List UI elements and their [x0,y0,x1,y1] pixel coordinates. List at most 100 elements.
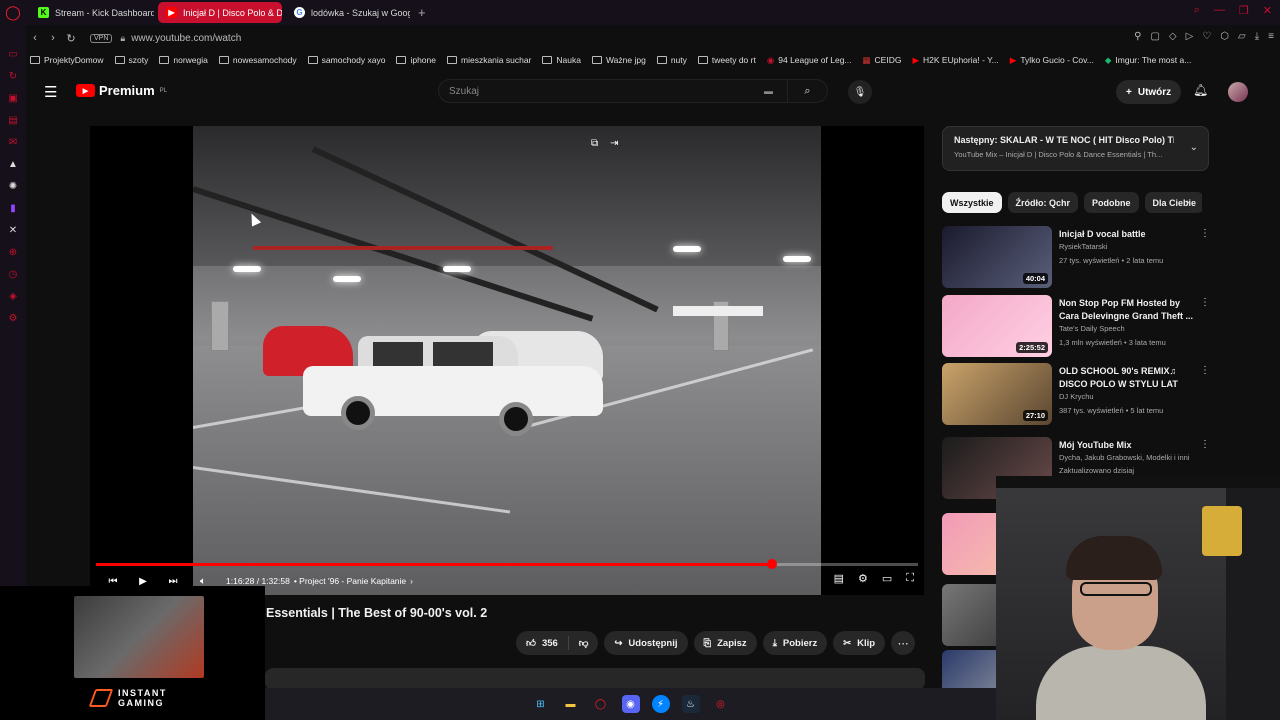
chapter-chevron-icon[interactable]: › [410,576,413,586]
video-player[interactable]: ⧉ ⇥ ⏮︎ ▶ ⏭︎ 🔈︎ 1:16:28 / 1:32:58 • Proje… [90,126,924,595]
keyboard-icon[interactable]: ▬ [764,86,773,96]
sidebar-aria-icon[interactable]: ▲ [8,159,18,171]
rec-title[interactable]: Non Stop Pop FM Hosted by Cara Delevingn… [1059,297,1194,322]
up-next-panel[interactable]: Następny: SKALAR - W TE NOC ( HIT Disco … [942,126,1209,171]
save-button[interactable]: ⎘ Zapisz [693,631,757,655]
chip-all[interactable]: Wszystkie [942,192,1002,213]
more-actions-button[interactable]: ⋯ [891,631,916,655]
sidebar-mail-icon[interactable]: ✉ [9,137,17,149]
discord-icon[interactable]: ◉ [621,695,640,713]
chapter-title[interactable]: • Project '96 - Panie Kapitanie [294,576,406,586]
tab-google-search[interactable]: G lodówka - Szukaj w Goog [286,2,410,23]
vpn-badge[interactable]: VPN [90,33,113,43]
rec-title[interactable]: Inicjał D vocal battle [1059,228,1194,241]
rec-channel[interactable]: RysiekTatarski [1059,242,1199,251]
rec-channel[interactable]: Tate's Daily Speech [1059,324,1199,333]
tab-youtube-video[interactable]: ▶ Inicjał D | Disco Polo & Da [158,2,282,23]
sidebar-x-icon[interactable]: ✕ [9,225,17,237]
shield-icon[interactable]: ◇ [1169,31,1177,42]
miniplayer-icon[interactable]: ⧉ [591,138,598,149]
sidebar-settings-icon[interactable]: ⚙ [9,313,18,325]
wallet-icon[interactable]: ▱ [1238,31,1246,42]
recommendation-item[interactable]: 2:25:52 Non Stop Pop FM Hosted by Cara D… [942,295,1212,357]
snapshot-icon[interactable]: ▢ [1150,31,1159,42]
bookmark-folder[interactable]: norwegia [159,55,208,65]
bookmark-folder[interactable]: szoty [114,55,148,65]
previous-icon[interactable]: ⏮︎ [98,576,128,587]
recommendation-item[interactable]: 40:04 Inicjał D vocal battle RysiekTatar… [942,226,1212,288]
bookmark-folder[interactable]: mieszkania suchar [447,55,531,65]
avatar[interactable] [1228,82,1248,102]
description-box[interactable] [265,668,925,690]
file-explorer-icon[interactable]: ▬ [562,695,580,713]
bookmark-link[interactable]: ◉ 94 League of Leg... [767,55,852,66]
more-vertical-icon[interactable]: ⋮ [1200,439,1210,450]
youtube-premium-logo[interactable]: ▶ Premium PL [76,83,167,98]
maximize-icon[interactable]: ❐ [1239,4,1249,17]
back-icon[interactable]: ‹ [26,32,44,44]
minimize-icon[interactable]: — [1214,4,1225,17]
theater-mode-icon[interactable]: ▭ [882,572,892,585]
sidebar-wallet-icon[interactable]: ▤ [8,115,17,127]
play-icon[interactable]: ▶ [128,576,158,587]
bookmark-link[interactable]: ▦ CEIDG [863,55,902,66]
sidebar-twitch-icon[interactable]: ▮ [10,203,16,215]
opera-gx-icon[interactable]: ◯ [592,695,610,713]
bookmark-folder[interactable]: tweety do rt [697,55,756,65]
chip-related[interactable]: Podobne [1084,192,1139,213]
exit-icon[interactable]: ⇥ [610,138,618,149]
opera-logo-icon[interactable]: ◯ [0,0,26,25]
video-thumbnail[interactable]: 40:04 [942,226,1052,288]
menu-icon[interactable]: ≡ [1268,31,1274,42]
sidebar-tv-icon[interactable]: ▭ [8,49,17,61]
video-frame[interactable]: ⧉ ⇥ [193,126,821,595]
like-button[interactable]: 👍︎ 356 [516,631,568,655]
close-icon[interactable]: ✕ [1263,4,1272,17]
more-vertical-icon[interactable]: ⋮ [1200,297,1210,308]
sidebar-refresh-icon[interactable]: ↻ [9,71,17,83]
bookmark-folder[interactable]: nowesamochody [218,55,297,65]
windows-start-icon[interactable]: ⊞ [532,695,550,713]
bookmark-folder[interactable]: nuty [656,55,687,65]
video-thumbnail[interactable]: 2:25:52 [942,295,1052,357]
forward-icon[interactable]: › [44,32,62,44]
messenger-icon[interactable]: ⚡︎ [651,695,670,713]
bookmark-link[interactable]: ▶ Tylko Gucio - Cov... [1010,55,1094,66]
obs-icon[interactable]: ◎ [712,695,730,713]
rec-channel[interactable]: DJ Krychu [1059,392,1199,401]
sidebar-add-icon[interactable]: ⊕ [9,247,17,259]
voice-search-button[interactable]: 🎙︎ [848,80,872,104]
rec-channel[interactable]: Dycha, Jakub Grabowski, Modelki i inni [1059,453,1199,462]
sidebar-pin-icon[interactable]: ◈ [9,291,17,303]
progress-bar[interactable] [96,559,918,569]
bookmark-folder[interactable]: samochody xayo [307,55,385,65]
bookmark-folder[interactable]: Nauka [542,55,581,65]
url-field[interactable]: www.youtube.com/watch [131,33,241,44]
dislike-button[interactable]: 👎︎ [569,631,599,655]
download-icon[interactable]: ⤓ [1255,31,1259,42]
bookmark-link[interactable]: ◆ Imgur: The most a... [1105,55,1191,66]
progress-scrubber[interactable] [766,559,777,569]
chip-for-you[interactable]: Dla Ciebie [1144,192,1202,213]
bookmark-folder[interactable]: iphone [396,55,436,65]
bookmark-folder[interactable]: Ważne jpg [591,55,646,65]
bookmark-folder[interactable]: ProjektyDomow [30,55,104,65]
fullscreen-icon[interactable]: ⛶ [906,572,914,585]
sidebar-chatgpt-icon[interactable]: ✺ [9,181,17,193]
settings-gear-icon[interactable]: ⚙ [858,572,868,585]
chevron-right-icon[interactable]: › [1186,197,1189,208]
next-icon[interactable]: ⏭︎ [158,576,188,587]
steam-icon[interactable]: ♨ [681,695,700,713]
download-button[interactable]: ⤓ Pobierz [762,631,828,655]
rec-title[interactable]: OLD SCHOOL 90's REMIX♫ DISCO POLO W STYL… [1059,365,1194,391]
sidebar-bag-icon[interactable]: ▣ [8,93,17,105]
recommendation-item[interactable]: 27:10 OLD SCHOOL 90's REMIX♫ DISCO POLO … [942,363,1212,425]
extensions-icon[interactable]: ⬡ [1220,31,1229,42]
reload-icon[interactable]: ↻ [62,32,80,45]
subtitles-icon[interactable]: ▤ [834,572,844,585]
chevron-down-icon[interactable]: ⌄ [1190,142,1198,153]
clip-button[interactable]: ✂ Klip [833,631,886,655]
chip-source[interactable]: Źródło: Qchr [1007,192,1079,213]
share-button[interactable]: ↪ Udostępnij [604,631,688,655]
create-button[interactable]: + Utwórz [1116,80,1182,104]
